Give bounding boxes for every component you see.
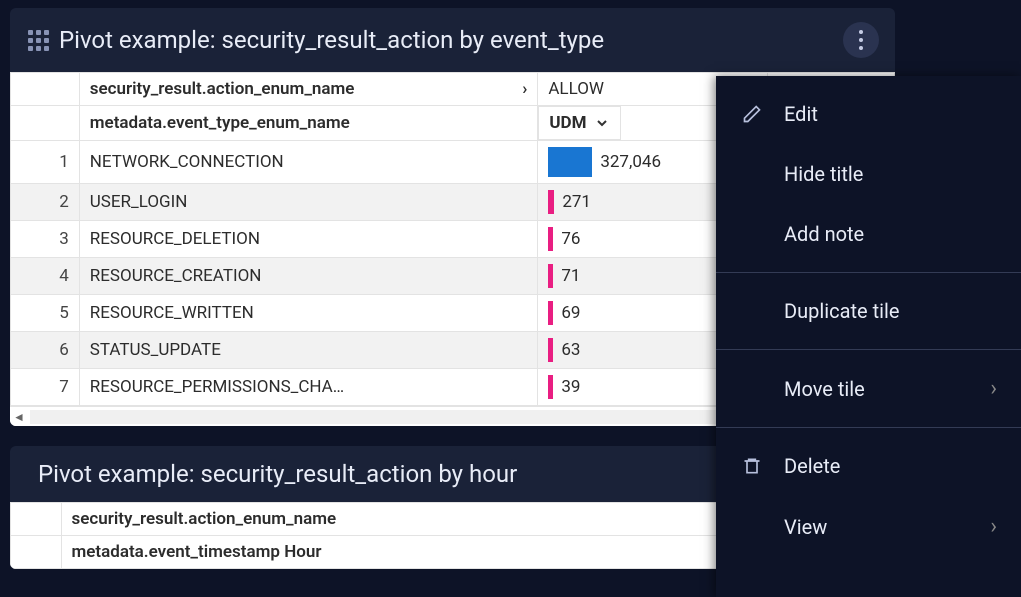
column-header-event-type[interactable]: metadata.event_type_enum_name bbox=[79, 106, 538, 141]
menu-item-move[interactable]: Move tile bbox=[716, 358, 1021, 419]
data-bar-icon bbox=[548, 227, 553, 251]
data-bar-icon bbox=[548, 264, 553, 288]
scroll-left-icon[interactable]: ◄ bbox=[10, 408, 28, 426]
data-bar-icon bbox=[548, 338, 553, 362]
menu-item-hide-title[interactable]: Hide title bbox=[716, 144, 1021, 204]
data-bar-icon bbox=[548, 301, 553, 325]
menu-item-delete[interactable]: Delete bbox=[716, 436, 1021, 496]
column-header-udm-allow[interactable]: UDM bbox=[538, 106, 621, 140]
tile-menu-button[interactable] bbox=[843, 22, 879, 58]
tile-header: Pivot example: security_result_action by… bbox=[10, 8, 895, 72]
column-header-timestamp[interactable]: metadata.event_timestamp Hour bbox=[61, 536, 743, 569]
data-bar-icon bbox=[548, 147, 592, 177]
tile-context-menu: Edit Hide title Add note Duplicate tile … bbox=[716, 76, 1021, 597]
menu-item-duplicate[interactable]: Duplicate tile bbox=[716, 281, 1021, 341]
data-bar-icon bbox=[548, 375, 553, 399]
trash-icon bbox=[740, 454, 764, 478]
data-bar-icon bbox=[548, 190, 554, 214]
tile-title: Pivot example: security_result_action by… bbox=[59, 26, 843, 54]
menu-item-edit[interactable]: Edit bbox=[716, 84, 1021, 144]
pencil-icon bbox=[740, 102, 764, 126]
menu-item-add-note[interactable]: Add note bbox=[716, 204, 1021, 264]
column-header-dimension[interactable]: security_result.action_enum_name› bbox=[79, 73, 538, 106]
column-header-dimension[interactable]: security_result.action_enum_name› bbox=[61, 503, 743, 536]
menu-item-view[interactable]: View bbox=[716, 496, 1021, 557]
drag-handle-icon[interactable] bbox=[26, 28, 51, 53]
